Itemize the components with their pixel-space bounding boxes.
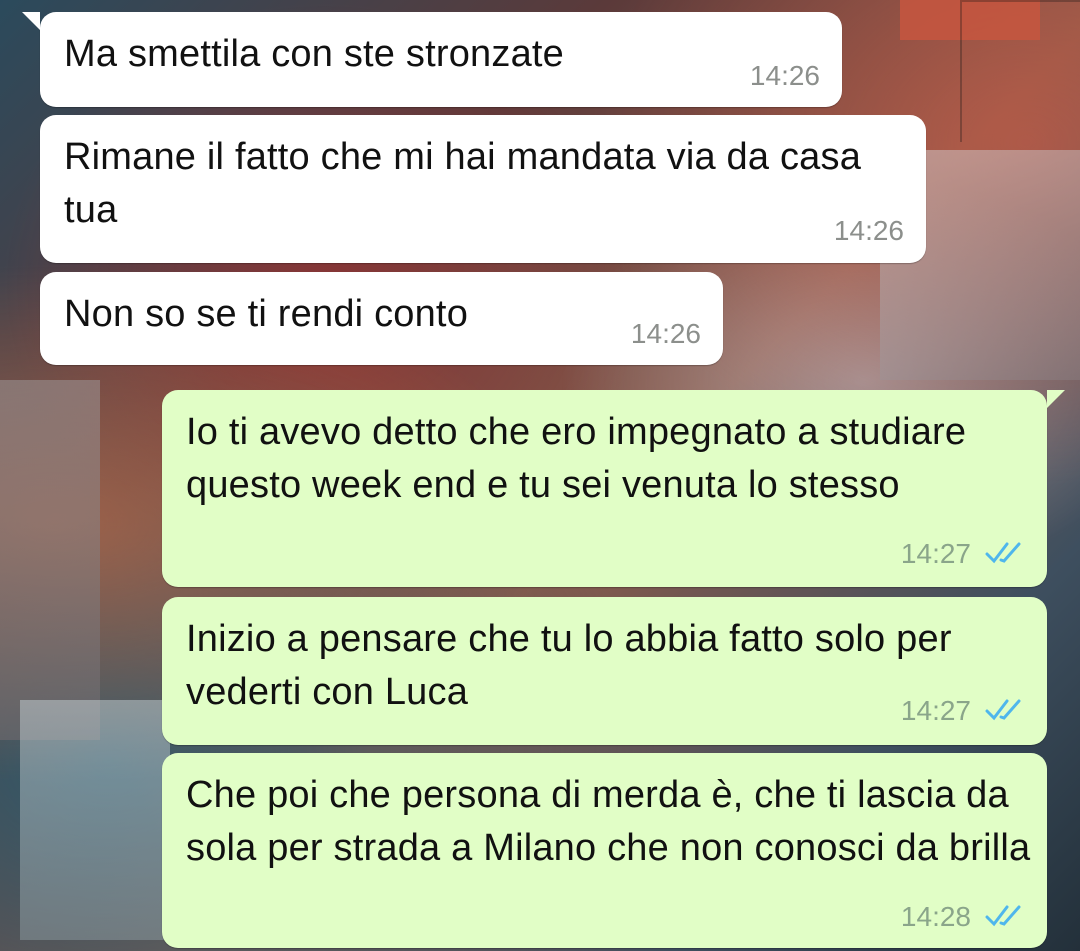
chat-message-outgoing[interactable]: Che poi che persona di merda è, che ti l… bbox=[162, 753, 1047, 948]
message-timestamp: 14:26 bbox=[749, 60, 820, 91]
message-timestamp: 14:26 bbox=[833, 215, 904, 246]
double-check-icon bbox=[985, 699, 1021, 721]
message-text: Rimane il fatto che mi hai mandata via d… bbox=[64, 136, 862, 231]
double-check-icon bbox=[985, 905, 1021, 927]
message-text: Non so se ti rendi conto bbox=[64, 293, 469, 335]
double-check-icon bbox=[985, 542, 1021, 564]
bubble-tail bbox=[1047, 390, 1065, 408]
chat-message-incoming[interactable]: Rimane il fatto che mi hai mandata via d… bbox=[40, 115, 926, 263]
background-decoration bbox=[20, 700, 170, 940]
chat-message-outgoing[interactable]: Io ti avevo detto che ero impegnato a st… bbox=[162, 390, 1065, 587]
chat-message-incoming[interactable]: Ma smettila con ste stronzate 14:26 bbox=[22, 12, 842, 107]
message-text: Io ti avevo detto che ero impegnato a st… bbox=[186, 411, 967, 506]
message-timestamp: 14:28 bbox=[900, 901, 971, 932]
message-text: Ma smettila con ste stronzate bbox=[64, 33, 565, 75]
message-timestamp: 14:26 bbox=[630, 318, 701, 349]
message-text: Che poi che persona di merda è, che ti l… bbox=[186, 774, 1031, 869]
message-timestamp: 14:27 bbox=[900, 538, 971, 569]
chat-message-incoming[interactable]: Non so se ti rendi conto 14:26 bbox=[40, 272, 723, 365]
background-decoration bbox=[960, 0, 1080, 142]
background-decoration bbox=[0, 380, 100, 740]
message-timestamp: 14:27 bbox=[900, 695, 971, 726]
bubble-tail bbox=[22, 12, 40, 30]
chat-message-outgoing[interactable]: Inizio a pensare che tu lo abbia fatto s… bbox=[162, 597, 1047, 745]
